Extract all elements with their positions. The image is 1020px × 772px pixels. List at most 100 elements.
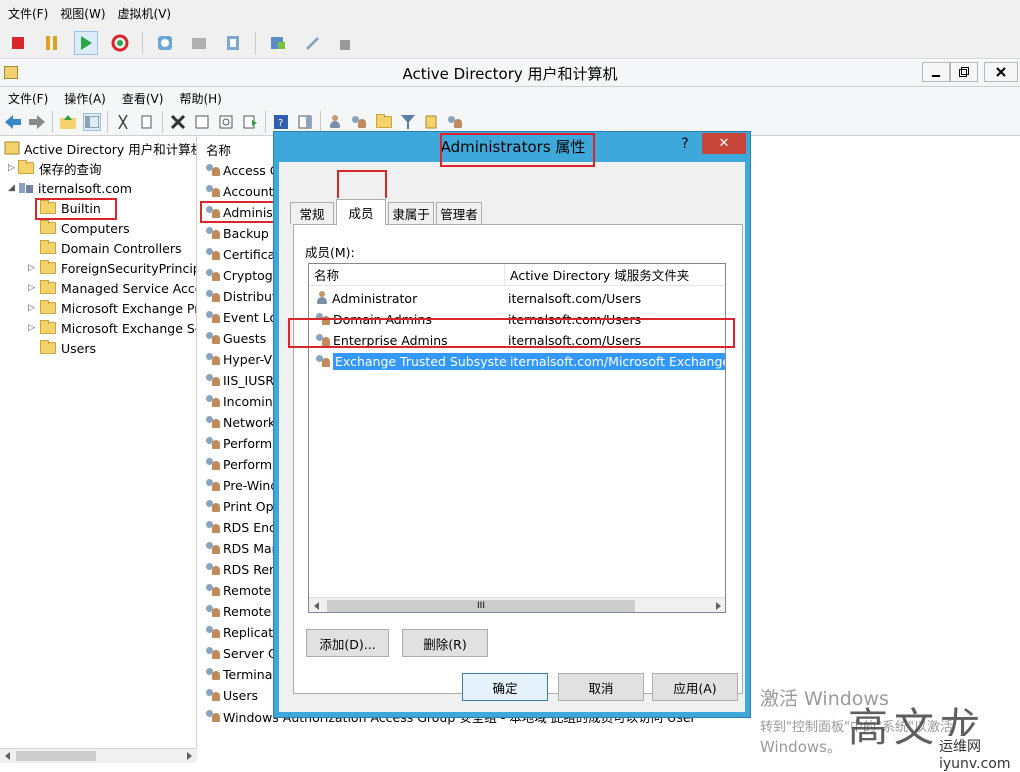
- collapse-icon[interactable]: ◢: [8, 183, 18, 193]
- members-horizontal-scrollbar[interactable]: III: [309, 597, 725, 612]
- ok-button[interactable]: 确定: [462, 673, 548, 701]
- vm-menu-file[interactable]: 文件(F): [8, 5, 48, 22]
- tab-managed-by[interactable]: 管理者: [436, 202, 482, 224]
- action-pane-icon[interactable]: [296, 113, 314, 131]
- minimize-button[interactable]: [922, 62, 950, 82]
- new-user-icon[interactable]: [327, 113, 345, 131]
- vm-menu-vm[interactable]: 虚拟机(V): [118, 5, 172, 22]
- show-console-tree-icon[interactable]: [83, 113, 101, 131]
- list-item[interactable]: Remote: [205, 580, 271, 600]
- list-item[interactable]: Backup C: [205, 223, 282, 243]
- filter-icon[interactable]: [399, 113, 417, 131]
- revert-icon[interactable]: [187, 31, 211, 55]
- back-icon[interactable]: [4, 113, 22, 131]
- list-item[interactable]: Distribut: [205, 286, 277, 306]
- scroll-right-icon[interactable]: [184, 751, 194, 761]
- list-item[interactable]: Incoming: [205, 391, 281, 411]
- list-item[interactable]: Event Lo: [205, 307, 277, 327]
- find-icon[interactable]: [423, 113, 441, 131]
- cut-icon[interactable]: [114, 113, 132, 131]
- refresh-icon[interactable]: [217, 113, 235, 131]
- export-list-icon[interactable]: [241, 113, 259, 131]
- list-header-name[interactable]: 名称: [206, 140, 231, 159]
- tree-item[interactable]: Computers: [40, 218, 130, 238]
- remove-button[interactable]: 删除(R): [402, 629, 488, 657]
- list-item[interactable]: Print Ope: [205, 496, 281, 516]
- tab-members[interactable]: 成员: [336, 199, 386, 225]
- tree-item[interactable]: Users: [40, 338, 96, 358]
- dialog-close-button[interactable]: ✕: [702, 133, 746, 154]
- settings-icon[interactable]: [266, 31, 290, 55]
- help-icon[interactable]: ?: [272, 113, 290, 131]
- tree-saved-queries[interactable]: ▷ 保存的查询: [8, 158, 102, 178]
- close-button[interactable]: [984, 62, 1018, 82]
- tree-item[interactable]: ▷ Microsoft Exchange Se: [28, 318, 196, 338]
- menu-view[interactable]: 查看(V): [122, 90, 164, 107]
- restore-button[interactable]: [950, 62, 978, 82]
- properties-icon[interactable]: [193, 113, 211, 131]
- snapshot-icon[interactable]: [153, 31, 177, 55]
- list-item[interactable]: RDS End: [205, 517, 277, 537]
- expand-icon[interactable]: ▷: [28, 283, 38, 293]
- tab-general[interactable]: 常规: [290, 202, 334, 224]
- menu-file[interactable]: 文件(F): [8, 90, 48, 107]
- menu-help[interactable]: 帮助(H): [179, 90, 221, 107]
- new-ou-icon[interactable]: [375, 113, 393, 131]
- add-to-group-icon[interactable]: [447, 113, 465, 131]
- pause-icon[interactable]: [40, 31, 64, 55]
- list-item[interactable]: Hyper-V: [205, 349, 272, 369]
- column-header-folder[interactable]: Active Directory 域服务文件夹: [505, 264, 725, 286]
- scroll-thumb[interactable]: III: [327, 600, 635, 612]
- list-item[interactable]: IIS_IUSRS: [205, 370, 282, 390]
- list-item[interactable]: Remote: [205, 601, 271, 621]
- reset-icon[interactable]: [108, 31, 132, 55]
- expand-icon[interactable]: ▷: [28, 263, 38, 273]
- tree-item[interactable]: ▷ Managed Service Accounts: [28, 278, 196, 298]
- expand-icon[interactable]: ▷: [28, 323, 38, 333]
- list-item[interactable]: Account: [205, 181, 273, 201]
- add-button[interactable]: 添加(D)...: [306, 629, 389, 657]
- list-item[interactable]: Server O: [205, 643, 278, 663]
- list-item[interactable]: Certificat: [205, 244, 280, 264]
- list-item[interactable]: Cryptogr: [205, 265, 278, 285]
- tree-item[interactable]: Domain Controllers: [40, 238, 181, 258]
- expand-icon[interactable]: ▷: [8, 163, 18, 173]
- scroll-thumb[interactable]: [16, 751, 96, 761]
- tree-domain[interactable]: ◢ iternalsoft.com: [8, 178, 132, 198]
- column-header-name[interactable]: 名称: [309, 264, 505, 286]
- tree-item[interactable]: ▷ ForeignSecurityPrincipals: [28, 258, 196, 278]
- list-item[interactable]: Performa: [205, 454, 280, 474]
- stop-icon[interactable]: [6, 31, 30, 55]
- apply-button[interactable]: 应用(A): [652, 673, 738, 701]
- list-item[interactable]: Pre-Wind: [205, 475, 278, 495]
- list-item[interactable]: Replicato: [205, 622, 281, 642]
- help-button[interactable]: ?: [670, 134, 700, 154]
- member-row[interactable]: Exchange Trusted Subsystem iternalsoft.co…: [309, 351, 725, 371]
- list-item[interactable]: Users: [205, 685, 258, 705]
- member-row[interactable]: Administrator iternalsoft.com/Users: [309, 288, 725, 308]
- new-group-icon[interactable]: [351, 113, 369, 131]
- list-item[interactable]: Guests: [205, 328, 266, 348]
- tab-member-of[interactable]: 隶属于: [388, 202, 434, 224]
- list-item[interactable]: Performa: [205, 433, 280, 453]
- list-item[interactable]: Terminal: [205, 664, 276, 684]
- list-item[interactable]: Network: [205, 412, 275, 432]
- list-item[interactable]: RDS Rem: [205, 559, 281, 579]
- scroll-right-icon[interactable]: [713, 601, 723, 611]
- tree-horizontal-scrollbar[interactable]: [0, 748, 197, 763]
- list-item[interactable]: Access C: [205, 160, 279, 180]
- tree-item[interactable]: ▷ Microsoft Exchange Pr: [28, 298, 196, 318]
- cancel-button[interactable]: 取消: [558, 673, 644, 701]
- manage-snapshot-icon[interactable]: [221, 31, 245, 55]
- tools-icon[interactable]: [300, 31, 324, 55]
- list-item[interactable]: RDS Man: [205, 538, 280, 558]
- copy-icon[interactable]: [138, 113, 156, 131]
- scroll-left-icon[interactable]: [312, 601, 322, 611]
- members-list[interactable]: 名称 Active Directory 域服务文件夹 Administrator…: [308, 263, 726, 613]
- up-folder-icon[interactable]: [59, 113, 77, 131]
- forward-icon[interactable]: [28, 113, 46, 131]
- vm-menu-view[interactable]: 视图(W): [60, 5, 105, 22]
- scroll-left-icon[interactable]: [3, 751, 13, 761]
- expand-icon[interactable]: ▷: [28, 303, 38, 313]
- menu-action[interactable]: 操作(A): [64, 90, 106, 107]
